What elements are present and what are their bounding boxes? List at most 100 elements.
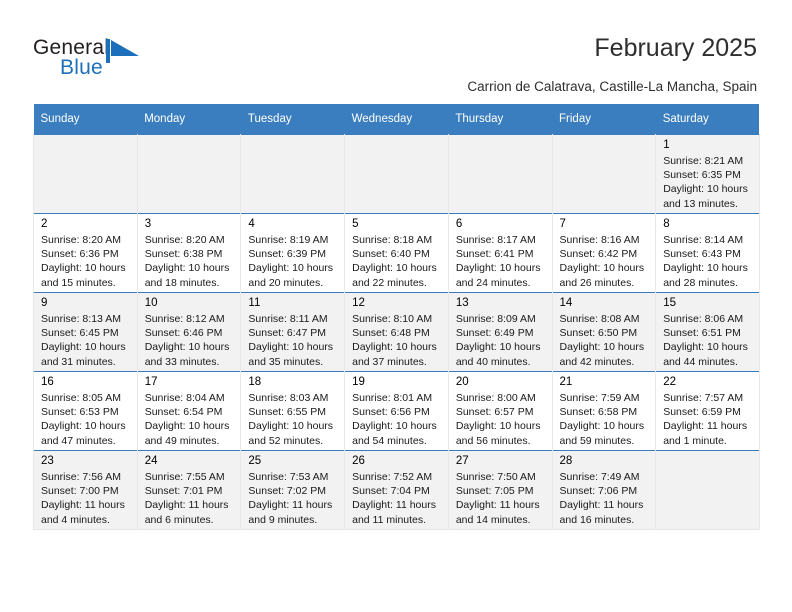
sunset-text: Sunset: 6:43 PM xyxy=(663,248,741,261)
day-cell-inner: 11 Sunrise: 8:11 AM Sunset: 6:47 PM Dayligh… xyxy=(241,293,345,371)
day-details: Sunrise: 7:52 AM Sunset: 7:04 PM Daylight:… xyxy=(345,469,448,527)
calendar-day-cell[interactable]: 3 Sunrise: 8:20 AM Sunset: 6:38 PM Daylight… xyxy=(136,213,242,293)
calendar-day-cell[interactable]: 1 Sunrise: 8:21 AM Sunset: 6:35 PM Daylight… xyxy=(655,134,760,214)
day-number: 22 xyxy=(663,376,677,388)
calendar-day-cell[interactable]: 17 Sunrise: 8:04 AM Sunset: 6:54 PM Dayligh… xyxy=(136,371,242,451)
daylight-text-line2: and 20 minutes. xyxy=(248,276,324,289)
sunrise-text: Sunrise: 8:21 AM xyxy=(663,155,744,167)
sunset-text: Sunset: 7:01 PM xyxy=(144,485,223,498)
daylight-text-line1: Daylight: 10 hours xyxy=(352,341,437,354)
sunset-text: Sunset: 6:40 PM xyxy=(352,248,430,261)
calendar-day-cell[interactable]: 26 Sunrise: 7:52 AM Sunset: 7:04 PM Dayligh… xyxy=(344,450,449,530)
calendar-day-cell[interactable]: 16 Sunrise: 8:05 AM Sunset: 6:53 PM Dayligh… xyxy=(33,371,138,451)
daylight-text-line1: Daylight: 10 hours xyxy=(455,262,541,275)
daylight-text-line1: Daylight: 10 hours xyxy=(144,420,230,433)
day-cell-inner: 28 Sunrise: 7:49 AM Sunset: 7:06 PM Dayligh… xyxy=(552,451,656,529)
daylight-text-line2: and 56 minutes. xyxy=(455,434,531,447)
daylight-text-line1: Daylight: 11 hours xyxy=(144,499,229,512)
sunrise-text: Sunrise: 7:52 AM xyxy=(352,471,433,483)
sunrise-text: Sunrise: 8:20 AM xyxy=(144,234,225,246)
day-details: Sunrise: 8:05 AM Sunset: 6:53 PM Daylight:… xyxy=(34,390,137,448)
brand-logo[interactable]: General Blue xyxy=(33,36,213,84)
sunrise-text: Sunrise: 8:12 AM xyxy=(144,313,225,325)
daylight-text-line2: and 52 minutes. xyxy=(248,434,324,447)
calendar-day-cell[interactable]: 18 Sunrise: 8:03 AM Sunset: 6:55 PM Dayligh… xyxy=(240,371,346,451)
calendar-day-cell[interactable]: 24 Sunrise: 7:55 AM Sunset: 7:01 PM Dayligh… xyxy=(136,450,242,530)
day-details: Sunrise: 8:10 AM Sunset: 6:48 PM Daylight:… xyxy=(345,311,448,369)
sunrise-text: Sunrise: 7:50 AM xyxy=(455,471,536,483)
day-details: Sunrise: 8:11 AM Sunset: 6:47 PM Daylight:… xyxy=(241,311,345,369)
sunrise-text: Sunrise: 8:04 AM xyxy=(144,392,225,404)
daylight-text-line1: Daylight: 11 hours xyxy=(41,499,125,512)
calendar-day-cell[interactable]: 11 Sunrise: 8:11 AM Sunset: 6:47 PM Dayligh… xyxy=(240,292,346,372)
day-cell-inner: 8 Sunrise: 8:14 AM Sunset: 6:43 PM Daylight… xyxy=(656,214,759,292)
calendar-day-cell[interactable]: 2 Sunrise: 8:20 AM Sunset: 6:36 PM Daylight… xyxy=(33,213,138,293)
calendar-week-row: 16 Sunrise: 8:05 AM Sunset: 6:53 PM Dayligh… xyxy=(33,371,760,451)
day-cell-inner: 10 Sunrise: 8:12 AM Sunset: 6:46 PM Dayligh… xyxy=(137,293,241,371)
day-details: Sunrise: 8:18 AM Sunset: 6:40 PM Daylight:… xyxy=(345,232,448,290)
sunset-text: Sunset: 7:06 PM xyxy=(559,485,638,498)
daylight-text-line2: and 26 minutes. xyxy=(559,276,635,289)
daylight-text-line1: Daylight: 10 hours xyxy=(41,341,126,354)
sunrise-text: Sunrise: 7:57 AM xyxy=(663,392,744,404)
calendar-day-cell[interactable]: 10 Sunrise: 8:12 AM Sunset: 6:46 PM Dayligh… xyxy=(136,292,242,372)
daylight-text-line2: and 44 minutes. xyxy=(663,355,738,368)
daylight-text-line1: Daylight: 11 hours xyxy=(663,420,748,433)
sunset-text: Sunset: 6:57 PM xyxy=(455,406,534,419)
column-header-thursday: Thursday xyxy=(448,104,553,135)
daylight-text-line1: Daylight: 11 hours xyxy=(455,499,540,512)
sunrise-text: Sunrise: 8:00 AM xyxy=(455,392,536,404)
day-details: Sunrise: 8:09 AM Sunset: 6:49 PM Daylight:… xyxy=(448,311,552,369)
day-cell-inner: 20 Sunrise: 8:00 AM Sunset: 6:57 PM Dayligh… xyxy=(448,372,552,450)
day-details: Sunrise: 7:56 AM Sunset: 7:00 PM Daylight:… xyxy=(34,469,137,527)
day-number: 9 xyxy=(41,297,48,309)
sunrise-text: Sunrise: 7:49 AM xyxy=(559,471,640,483)
day-details: Sunrise: 8:04 AM Sunset: 6:54 PM Daylight:… xyxy=(137,390,241,448)
calendar-day-cell[interactable]: 27 Sunrise: 7:50 AM Sunset: 7:05 PM Dayligh… xyxy=(447,450,553,530)
calendar-day-cell[interactable]: 12 Sunrise: 8:10 AM Sunset: 6:48 PM Dayligh… xyxy=(344,292,449,372)
daylight-text-line2: and 16 minutes. xyxy=(559,513,635,526)
calendar-day-cell[interactable]: 5 Sunrise: 8:18 AM Sunset: 6:40 PM Daylight… xyxy=(344,213,449,293)
daylight-text-line2: and 24 minutes. xyxy=(455,276,531,289)
day-details: Sunrise: 8:14 AM Sunset: 6:43 PM Daylight:… xyxy=(656,232,759,290)
day-cell-inner: 9 Sunrise: 8:13 AM Sunset: 6:45 PM Daylight… xyxy=(34,293,137,371)
column-header-saturday: Saturday xyxy=(655,104,760,135)
day-number: 23 xyxy=(41,455,54,467)
calendar-day-cell[interactable]: 8 Sunrise: 8:14 AM Sunset: 6:43 PM Daylight… xyxy=(655,213,760,293)
daylight-text-line2: and 54 minutes. xyxy=(352,434,427,447)
daylight-text-line1: Daylight: 10 hours xyxy=(248,420,334,433)
daylight-text-line1: Daylight: 10 hours xyxy=(248,262,334,275)
day-number: 27 xyxy=(455,455,469,467)
calendar-day-cell[interactable]: 25 Sunrise: 7:53 AM Sunset: 7:02 PM Dayligh… xyxy=(240,450,346,530)
day-cell-inner: 21 Sunrise: 7:59 AM Sunset: 6:58 PM Dayligh… xyxy=(552,372,656,450)
calendar-page: General Blue February 2025 Carrion de Ca… xyxy=(0,0,792,612)
day-details: Sunrise: 8:20 AM Sunset: 6:38 PM Daylight:… xyxy=(137,232,241,290)
calendar-week-row: 9 Sunrise: 8:13 AM Sunset: 6:45 PM Daylight… xyxy=(33,292,760,372)
sunset-text: Sunset: 6:51 PM xyxy=(663,327,741,340)
calendar-day-cell[interactable]: 7 Sunrise: 8:16 AM Sunset: 6:42 PM Daylight… xyxy=(551,213,657,293)
day-number: 14 xyxy=(559,297,573,309)
daylight-text-line1: Daylight: 11 hours xyxy=(248,499,333,512)
sunset-text: Sunset: 6:35 PM xyxy=(663,169,741,182)
daylight-text-line1: Daylight: 10 hours xyxy=(455,341,541,354)
calendar-day-cell[interactable]: 15 Sunrise: 8:06 AM Sunset: 6:51 PM Dayligh… xyxy=(655,292,760,372)
calendar-day-cell[interactable]: 6 Sunrise: 8:17 AM Sunset: 6:41 PM Daylight… xyxy=(447,213,553,293)
day-number: 10 xyxy=(144,297,158,309)
calendar-day-cell[interactable]: 9 Sunrise: 8:13 AM Sunset: 6:45 PM Daylight… xyxy=(33,292,138,372)
day-cell-inner: 16 Sunrise: 8:05 AM Sunset: 6:53 PM Dayligh… xyxy=(34,372,137,450)
calendar-day-cell[interactable]: 13 Sunrise: 8:09 AM Sunset: 6:49 PM Dayligh… xyxy=(447,292,553,372)
calendar-day-cell[interactable]: 4 Sunrise: 8:19 AM Sunset: 6:39 PM Daylight… xyxy=(240,213,346,293)
calendar-day-cell[interactable]: 22 Sunrise: 7:57 AM Sunset: 6:59 PM Dayligh… xyxy=(655,371,760,451)
calendar-day-cell[interactable]: 19 Sunrise: 8:01 AM Sunset: 6:56 PM Dayligh… xyxy=(344,371,449,451)
sunset-text: Sunset: 6:55 PM xyxy=(248,406,327,419)
calendar-day-cell[interactable]: 20 Sunrise: 8:00 AM Sunset: 6:57 PM Dayligh… xyxy=(447,371,553,451)
sunset-text: Sunset: 7:04 PM xyxy=(352,485,430,498)
calendar-day-cell[interactable]: 21 Sunrise: 7:59 AM Sunset: 6:58 PM Dayligh… xyxy=(551,371,657,451)
calendar-day-cell[interactable]: 28 Sunrise: 7:49 AM Sunset: 7:06 PM Dayligh… xyxy=(551,450,657,530)
sunset-text: Sunset: 6:41 PM xyxy=(455,248,534,261)
page-title: February 2025 xyxy=(594,34,757,62)
sunset-text: Sunset: 6:54 PM xyxy=(144,406,223,419)
daylight-text-line1: Daylight: 10 hours xyxy=(663,262,748,275)
calendar-day-cell[interactable]: 14 Sunrise: 8:08 AM Sunset: 6:50 PM Dayligh… xyxy=(551,292,657,372)
calendar-day-cell[interactable]: 23 Sunrise: 7:56 AM Sunset: 7:00 PM Dayligh… xyxy=(33,450,138,530)
